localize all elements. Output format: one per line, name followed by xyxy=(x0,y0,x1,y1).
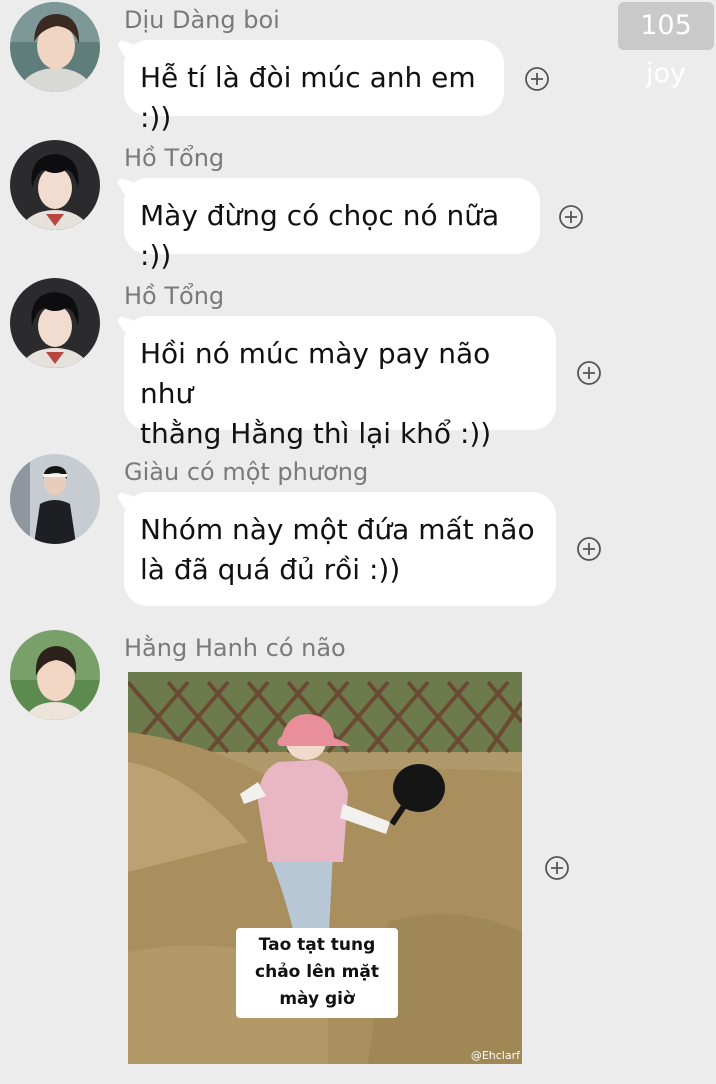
add-reaction-icon[interactable] xyxy=(544,855,570,881)
meme-caption-line: mày giờ xyxy=(279,989,355,1009)
sender-name: Hằng Hanh có não xyxy=(124,634,346,662)
avatar-photo xyxy=(10,278,100,368)
avatar-photo xyxy=(10,630,100,720)
avatar-giau-co-mot-phuong[interactable] xyxy=(10,454,100,544)
meme-caption: Tao tạt tung chảo lên mặt mày giờ xyxy=(236,928,398,1018)
add-reaction-icon[interactable] xyxy=(576,536,602,562)
add-reaction-icon[interactable] xyxy=(576,360,602,386)
avatar-hang-hanh-co-nao[interactable] xyxy=(10,630,100,720)
message-text: Hễ tí là đòi múc anh em :)) xyxy=(140,61,476,134)
meme-caption-line: Tao tạt tung xyxy=(258,935,376,955)
message-text-line: Nhóm này một đứa mất não xyxy=(140,513,535,546)
avatar-photo xyxy=(10,2,100,92)
message-text: Mày đừng có chọc nó nữa :)) xyxy=(140,199,500,272)
avatar-diu-dang-boi[interactable] xyxy=(10,2,100,92)
message-bubble[interactable]: Hễ tí là đòi múc anh em :)) xyxy=(124,40,504,134)
sender-name: Hồ Tổng xyxy=(124,282,225,310)
message-bubble[interactable]: Nhóm này một đứa mất não là đã quá đủ rồ… xyxy=(124,492,556,606)
add-reaction-icon[interactable] xyxy=(524,66,550,92)
notification-count-badge: 105 joy xyxy=(618,2,714,89)
sender-name: Dịu Dàng boi xyxy=(124,6,280,34)
avatar-photo xyxy=(10,140,100,230)
message-text-line: thằng Hằng thì lại khổ :)) xyxy=(140,417,492,450)
image-watermark: @Ehclarf xyxy=(470,1049,520,1062)
add-reaction-icon[interactable] xyxy=(558,204,584,230)
meme-caption-line: chảo lên mặt xyxy=(255,962,379,982)
message-bubble[interactable]: Hồi nó múc mày pay não như thằng Hằng th… xyxy=(124,316,556,450)
sender-name: Hồ Tổng xyxy=(124,144,225,172)
sender-name: Giàu có một phương xyxy=(124,458,369,486)
avatar-photo xyxy=(10,454,100,544)
message-image[interactable]: Tao tạt tung chảo lên mặt mày giờ @Ehcla… xyxy=(128,672,522,1064)
message-bubble[interactable]: Mày đừng có chọc nó nữa :)) xyxy=(124,178,540,272)
message-text-line: là đã quá đủ rồi :)) xyxy=(140,553,401,586)
avatar-ho-tong[interactable] xyxy=(10,140,100,230)
message-text-line: Hồi nó múc mày pay não như xyxy=(140,337,491,410)
avatar-ho-tong[interactable] xyxy=(10,278,100,368)
